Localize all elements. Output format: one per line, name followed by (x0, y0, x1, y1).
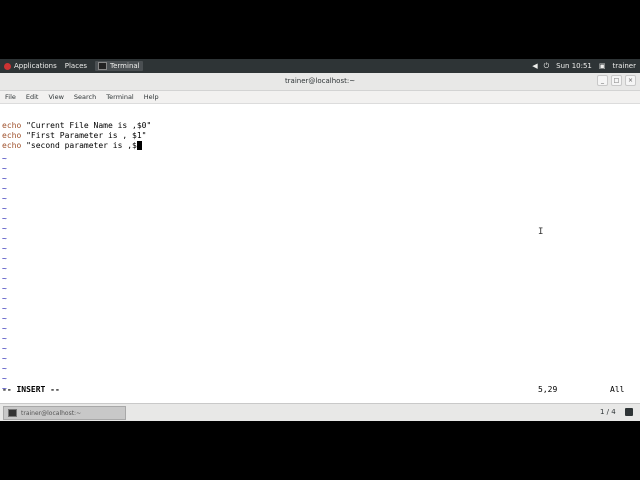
editor-line: echo "Current File Name is ,$0" (2, 121, 151, 131)
fedora-icon (4, 62, 11, 70)
vim-status-line: -- INSERT -- 5,29 All (0, 385, 640, 395)
workspace-icon[interactable] (625, 408, 633, 416)
desktop: Applications Places Terminal ◀ ⏻ Sun 10:… (0, 59, 640, 421)
gnome-top-bar: Applications Places Terminal ◀ ⏻ Sun 10:… (0, 59, 640, 73)
empty-line-tilde: ~ (2, 254, 7, 263)
cursor-position: 5,29 (538, 385, 558, 394)
menu-search[interactable]: Search (69, 93, 101, 101)
empty-line-tilde: ~ (2, 174, 7, 183)
menu-help[interactable]: Help (139, 93, 164, 101)
applications-label: Applications (14, 62, 57, 70)
empty-line-tilde: ~ (2, 354, 7, 363)
volume-icon[interactable]: ◀ (532, 62, 537, 70)
terminal-menubar: File Edit View Search Terminal Help (0, 91, 640, 104)
empty-line-tilde: ~ (2, 244, 7, 253)
echo-keyword: echo (2, 131, 22, 140)
empty-line-tilde: ~ (2, 364, 7, 373)
empty-line-tilde: ~ (2, 164, 7, 173)
network-icon[interactable]: ▣ (599, 62, 606, 70)
echo-keyword: echo (2, 121, 22, 130)
text-cursor (136, 141, 142, 150)
empty-line-tilde: ~ (2, 154, 7, 163)
scroll-indicator: All (610, 385, 625, 394)
gnome-bottom-bar: trainer@localhost:~ 1 / 4 (0, 403, 640, 421)
ibeam-cursor-icon: I (538, 227, 544, 237)
places-label: Places (64, 62, 88, 70)
empty-line-tilde: ~ (2, 264, 7, 273)
empty-line-tilde: ~ (2, 294, 7, 303)
editor-line: echo "First Parameter is , $1" (2, 131, 147, 141)
workspace-indicator[interactable]: 1 / 4 (600, 408, 616, 416)
echo-argument: "second parameter is ,$ (21, 141, 137, 150)
empty-line-tilde: ~ (2, 274, 7, 283)
terminal-task-item[interactable]: Terminal (91, 59, 147, 73)
insert-mode-indicator: -- INSERT -- (2, 385, 60, 394)
empty-line-tilde: ~ (2, 304, 7, 313)
menu-edit[interactable]: Edit (21, 93, 44, 101)
empty-line-tilde: ~ (2, 204, 7, 213)
empty-line-tilde: ~ (2, 184, 7, 193)
menu-view[interactable]: View (43, 93, 68, 101)
places-menu[interactable]: Places (61, 59, 91, 73)
empty-line-tilde: ~ (2, 194, 7, 203)
window-title: trainer@localhost:~ (284, 77, 356, 85)
empty-line-tilde: ~ (2, 234, 7, 243)
clock[interactable]: Sun 10:51 (552, 59, 596, 73)
empty-line-tilde: ~ (2, 324, 7, 333)
empty-line-tilde: ~ (2, 284, 7, 293)
empty-line-tilde: ~ (2, 214, 7, 223)
terminal-task: Terminal (95, 61, 143, 71)
taskbar-terminal-button[interactable]: trainer@localhost:~ (3, 406, 126, 420)
echo-keyword: echo (2, 141, 22, 150)
power-icon[interactable]: ⏻ (544, 62, 550, 71)
window-titlebar[interactable]: trainer@localhost:~ _ □ × (0, 73, 640, 91)
user-menu[interactable]: trainer (609, 59, 640, 73)
taskbar-terminal-label: trainer@localhost:~ (21, 409, 82, 417)
editor-line: echo "second parameter is ,$ (2, 141, 142, 151)
applications-menu[interactable]: Applications (0, 59, 61, 73)
echo-argument: "Current File Name is ,$0" (21, 121, 152, 130)
terminal-icon (98, 62, 108, 70)
empty-line-tilde: ~ (2, 344, 7, 353)
terminal-task-label: Terminal (110, 62, 140, 70)
empty-line-tilde: ~ (2, 314, 7, 323)
menu-file[interactable]: File (0, 93, 21, 101)
empty-line-tilde: ~ (2, 374, 7, 383)
echo-argument: "First Parameter is , $1" (21, 131, 147, 140)
terminal-area[interactable]: echo "Current File Name is ,$0" echo "Fi… (0, 104, 640, 404)
minimize-icon[interactable]: _ (597, 75, 608, 86)
terminal-icon (8, 409, 17, 417)
empty-line-tilde: ~ (2, 334, 7, 343)
maximize-icon[interactable]: □ (611, 75, 622, 86)
empty-line-tilde: ~ (2, 224, 7, 233)
menu-terminal[interactable]: Terminal (101, 93, 138, 101)
close-icon[interactable]: × (625, 75, 636, 86)
